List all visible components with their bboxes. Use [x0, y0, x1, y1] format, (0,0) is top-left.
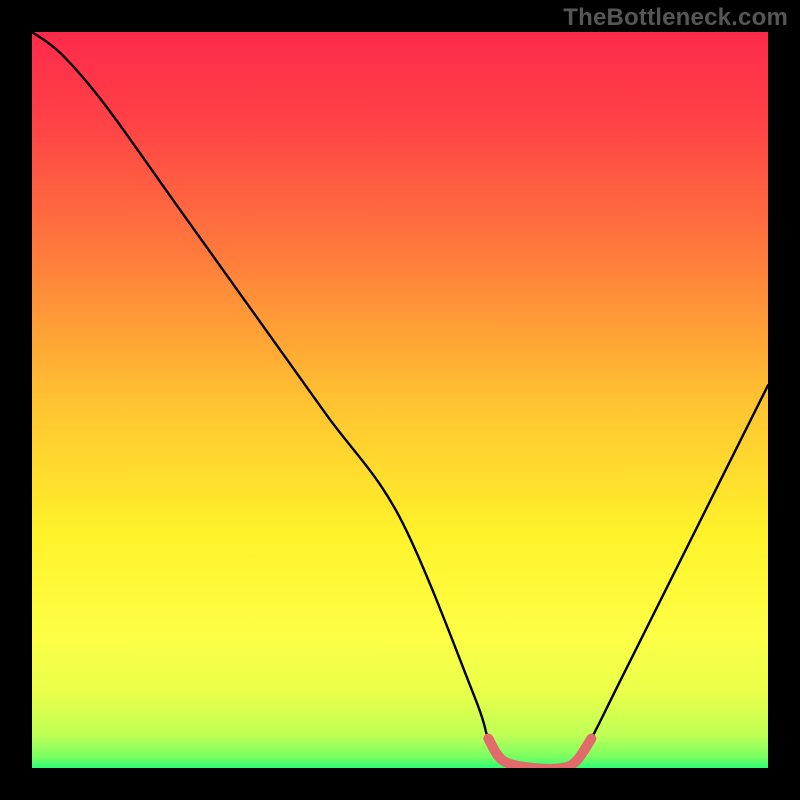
plot-area — [32, 32, 768, 768]
watermark-text: TheBottleneck.com — [563, 4, 788, 32]
gradient-background — [32, 32, 768, 768]
chart-frame: TheBottleneck.com — [0, 0, 800, 800]
bottleneck-chart — [32, 32, 768, 768]
